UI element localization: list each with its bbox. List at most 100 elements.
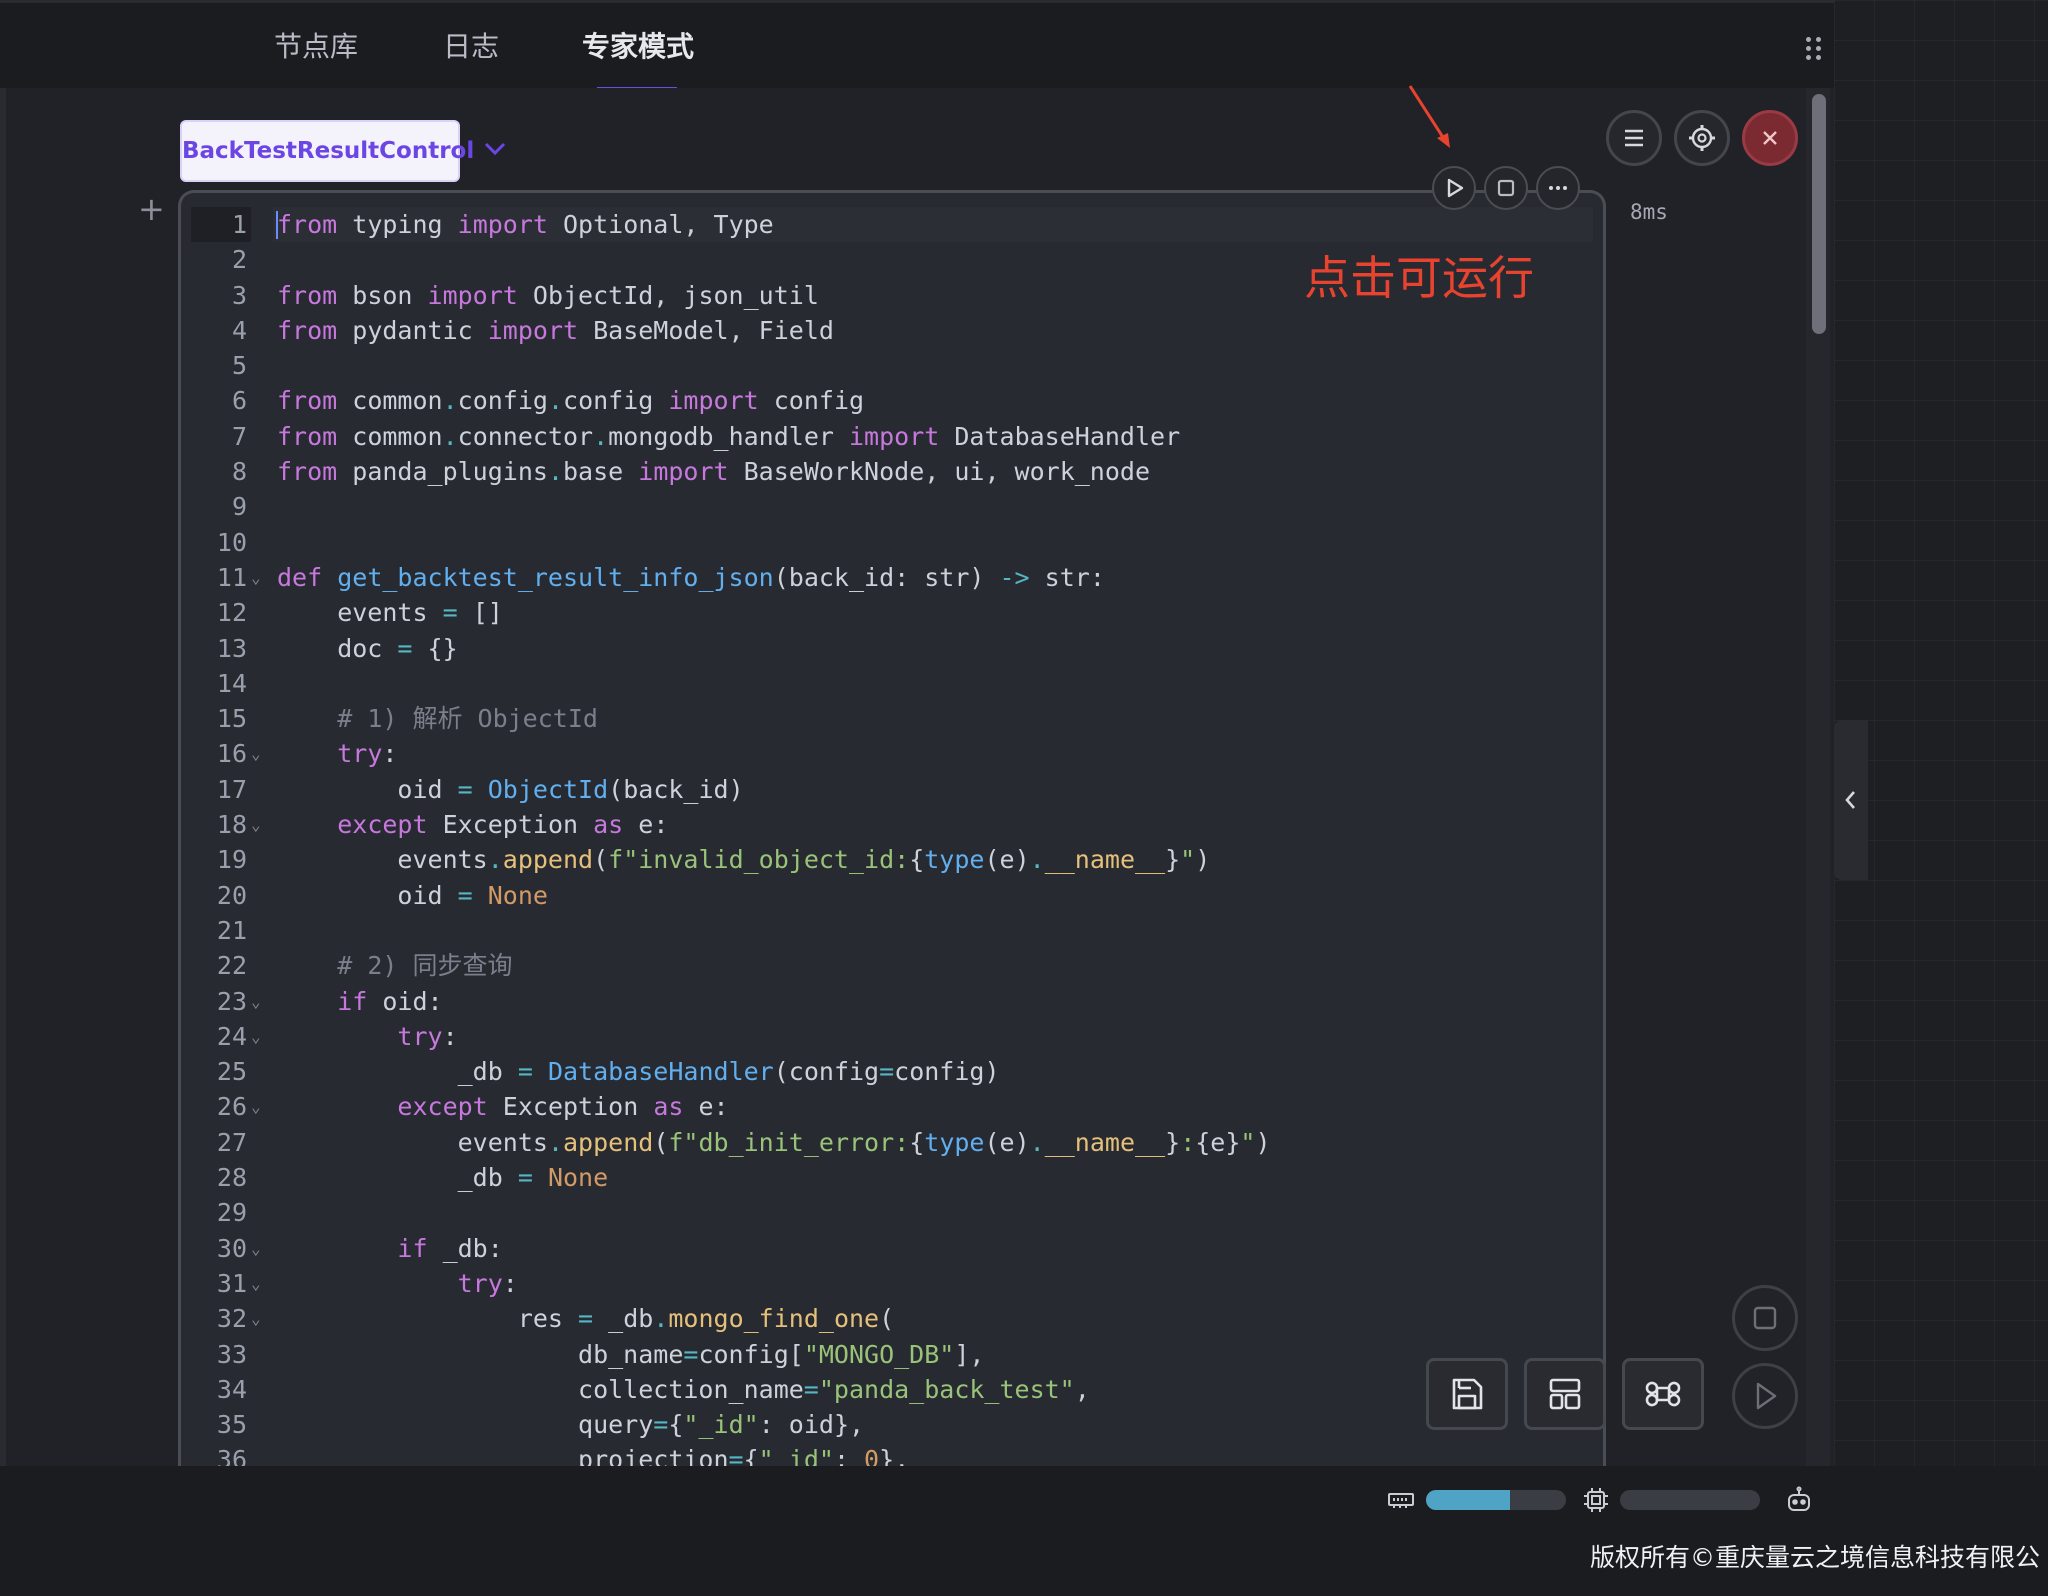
tab-node-library[interactable]: 节点库 [274,25,358,65]
plus-icon[interactable]: + [138,190,165,228]
code-editor[interactable]: 1 from typing import Optional, Type 2 3 from… [178,190,1606,1466]
code-line[interactable]: 29 [181,1195,1601,1230]
code-line[interactable]: 22 # 2) 同步查询 [181,948,1601,983]
code-line[interactable]: 26 ⌄ except Exception as e: [181,1089,1601,1124]
code-line[interactable]: 27 events.append(f"db_init_error:{type(e… [181,1125,1601,1160]
tab-expert-mode[interactable]: 专家模式 [582,25,694,65]
code-line[interactable]: 24 ⌄ try: [181,1019,1601,1054]
save-button[interactable] [1426,1358,1508,1430]
run-button[interactable] [1432,166,1476,210]
line-number: 7 [231,421,247,451]
code-line[interactable]: 11 ⌄ def get_backtest_result_info_json(bac… [181,560,1601,595]
line-number: 30 [216,1233,247,1263]
fold-chevron-icon[interactable]: ⌄ [251,1266,261,1301]
play-icon [1756,1382,1777,1410]
run-all-button[interactable] [1732,1363,1798,1429]
code-text: try: [337,739,398,769]
fold-chevron-icon[interactable]: ⌄ [251,736,261,771]
code-line[interactable]: 14 [181,666,1601,701]
fold-chevron-icon[interactable]: ⌄ [251,1019,261,1054]
close-button[interactable] [1742,110,1798,166]
code-lines[interactable]: 1 from typing import Optional, Type 2 3 from… [181,207,1601,1466]
line-number: 6 [231,386,247,416]
code-text: from bson import ObjectId, json_util [277,280,819,310]
line-number: 11 [216,562,247,592]
tab-log[interactable]: 日志 [443,25,499,65]
line-number: 28 [216,1163,247,1193]
command-button[interactable] [1622,1358,1704,1430]
collapse-panel-handle[interactable] [1834,720,1868,880]
robot-icon[interactable] [1784,1486,1814,1514]
code-line[interactable]: 1 from typing import Optional, Type [181,207,1601,242]
scrollbar-thumb[interactable] [1812,94,1826,334]
fold-chevron-icon[interactable]: ⌄ [251,1231,261,1266]
command-icon [1645,1381,1681,1407]
code-text: def get_backtest_result_info_json(back_i… [277,562,1105,592]
code-line[interactable]: 33 db_name=config["MONGO_DB"], [181,1337,1601,1372]
code-line[interactable]: 34 collection_name="panda_back_test", [181,1372,1601,1407]
fold-chevron-icon[interactable]: ⌄ [251,560,261,595]
code-line[interactable]: 10 [181,525,1601,560]
code-line[interactable]: 30 ⌄ if _db: [181,1231,1601,1266]
fold-chevron-icon[interactable]: ⌄ [251,807,261,842]
code-line[interactable]: 8 from panda_plugins.base import BaseWork… [181,454,1601,489]
line-number: 15 [216,704,247,734]
code-line[interactable]: 13 doc = {} [181,631,1601,666]
line-number: 35 [216,1410,247,1440]
code-line[interactable]: 5 [181,348,1601,383]
run-time-label: 8ms [1630,200,1668,224]
layout-button[interactable] [1524,1358,1606,1430]
code-line[interactable]: 18 ⌄ except Exception as e: [181,807,1601,842]
line-number: 31 [216,1268,247,1298]
run-hint-annotation: 点击可运行 [1304,251,1534,305]
menu-button[interactable] [1606,110,1662,166]
code-line[interactable]: 31 ⌄ try: [181,1266,1601,1301]
line-number: 12 [216,598,247,628]
line-number: 18 [216,810,247,840]
code-text: query={"_id": oid}, [277,1410,865,1440]
code-line[interactable]: 35 query={"_id": oid}, [181,1407,1601,1442]
line-number: 10 [216,527,247,557]
code-line[interactable]: 15 # 1) 解析 ObjectId [181,701,1601,736]
line-number: 32 [216,1304,247,1334]
code-line[interactable]: 6 from common.config.config import config [181,383,1601,418]
code-line[interactable]: 21 [181,913,1601,948]
line-number: 4 [231,315,247,345]
cpu-usage-bar [1620,1490,1760,1510]
fold-chevron-icon[interactable]: ⌄ [251,1301,261,1336]
more-icon [1549,186,1567,190]
line-number: 24 [216,1021,247,1051]
code-line[interactable]: 12 events = [] [181,595,1601,630]
code-line[interactable]: 20 oid = None [181,878,1601,913]
code-line[interactable]: 36 projection={"_id": 0}, [181,1442,1601,1466]
stop-icon [1497,179,1515,197]
code-line[interactable]: 19 events.append(f"invalid_object_id:{ty… [181,842,1601,877]
code-line[interactable]: 4 from pydantic import BaseModel, Field [181,313,1601,348]
stop-button[interactable] [1484,166,1528,210]
code-text: try: [457,1268,518,1298]
code-line[interactable]: 23 ⌄ if oid: [181,984,1601,1019]
code-text: events = [] [277,598,503,628]
more-button[interactable] [1536,166,1580,210]
fold-chevron-icon[interactable]: ⌄ [251,1089,261,1124]
code-line[interactable]: 17 oid = ObjectId(back_id) [181,772,1601,807]
settings-button[interactable] [1674,110,1730,166]
code-line[interactable]: 9 [181,489,1601,524]
grip-icon[interactable] [1806,37,1828,63]
line-number: 20 [216,880,247,910]
code-line[interactable]: 32 ⌄ res = _db.mongo_find_one( [181,1301,1601,1336]
chevron-down-icon[interactable] [482,136,508,162]
code-line[interactable]: 16 ⌄ try: [181,736,1601,771]
line-number: 3 [231,280,247,310]
save-icon [1452,1378,1483,1410]
memory-usage-fill [1426,1490,1510,1510]
code-line[interactable]: 28 _db = None [181,1160,1601,1195]
line-number: 5 [231,351,247,381]
code-text: except Exception as e: [397,1092,729,1122]
node-selector[interactable]: BackTestResultControl [180,120,474,182]
code-line[interactable]: 7 from common.connector.mongodb_handler i… [181,419,1601,454]
annotation-arrow [1408,85,1450,148]
fold-chevron-icon[interactable]: ⌄ [251,984,261,1019]
stop-all-button[interactable] [1732,1285,1798,1351]
code-line[interactable]: 25 _db = DatabaseHandler(config=config) [181,1054,1601,1089]
